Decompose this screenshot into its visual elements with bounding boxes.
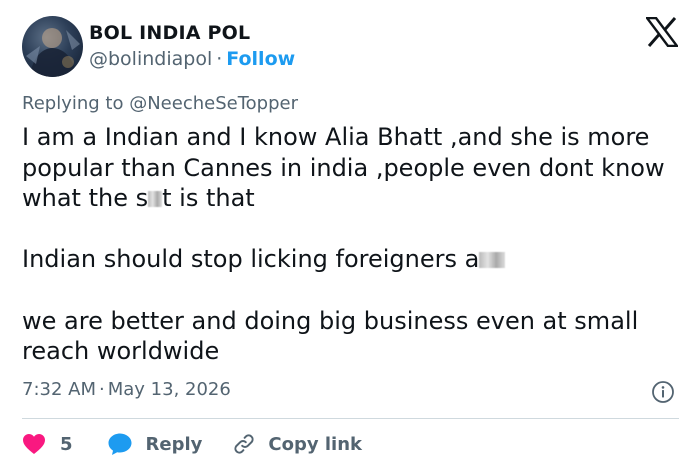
like-count: 5: [60, 433, 73, 455]
timestamp[interactable]: 7:32 AM · May 13, 2026: [22, 379, 231, 400]
reply-mention[interactable]: @NeecheSeTopper: [129, 93, 298, 114]
timestamp-separator: ·: [99, 379, 105, 400]
tweet-card: BOL INDIA POL @bolindiapol · Follow Replyi…: [0, 0, 700, 471]
tweet-paragraph-2: Indian should stop licking foreigners a: [22, 244, 692, 275]
link-icon: [234, 434, 254, 454]
copy-link-button[interactable]: Copy link: [232, 432, 362, 456]
reply-label: Reply: [145, 433, 203, 455]
avatar[interactable]: [22, 16, 83, 77]
heart-icon: [23, 434, 45, 454]
tweet-p1-b: t is that: [162, 184, 255, 213]
tweet-date: May 13, 2026: [107, 379, 231, 400]
reply-context: Replying to @NeecheSeTopper: [22, 93, 298, 114]
display-name[interactable]: BOL INDIA POL: [89, 22, 250, 44]
like-button[interactable]: 5: [22, 433, 73, 455]
censored-word: [148, 191, 163, 208]
reply-prefix: Replying to: [22, 93, 124, 114]
handle[interactable]: @bolindiapol: [89, 48, 212, 70]
handle-row: @bolindiapol · Follow: [89, 48, 295, 70]
action-bar: 5 Reply Copy link: [22, 430, 362, 458]
tweet-paragraph-1: I am a Indian and I know Alia Bhatt ,and…: [22, 122, 692, 214]
tweet-p1-a: I am a Indian and I know Alia Bhatt ,and…: [22, 123, 665, 213]
handle-separator: ·: [216, 48, 223, 70]
tweet-paragraph-3: we are better and doing big business eve…: [22, 306, 639, 366]
tweet-text: I am a Indian and I know Alia Bhatt ,and…: [22, 122, 692, 367]
tweet-p2: Indian should stop licking foreigners a: [22, 245, 480, 274]
reply-button[interactable]: Reply: [107, 432, 203, 456]
copy-link-label: Copy link: [268, 433, 362, 455]
follow-button[interactable]: Follow: [226, 48, 295, 70]
divider: [22, 418, 679, 419]
tweet-time: 7:32 AM: [22, 379, 96, 400]
info-icon[interactable]: [651, 380, 675, 404]
censored-word: [479, 252, 506, 269]
x-logo-icon[interactable]: [644, 16, 680, 48]
speech-bubble-icon: [108, 433, 132, 455]
